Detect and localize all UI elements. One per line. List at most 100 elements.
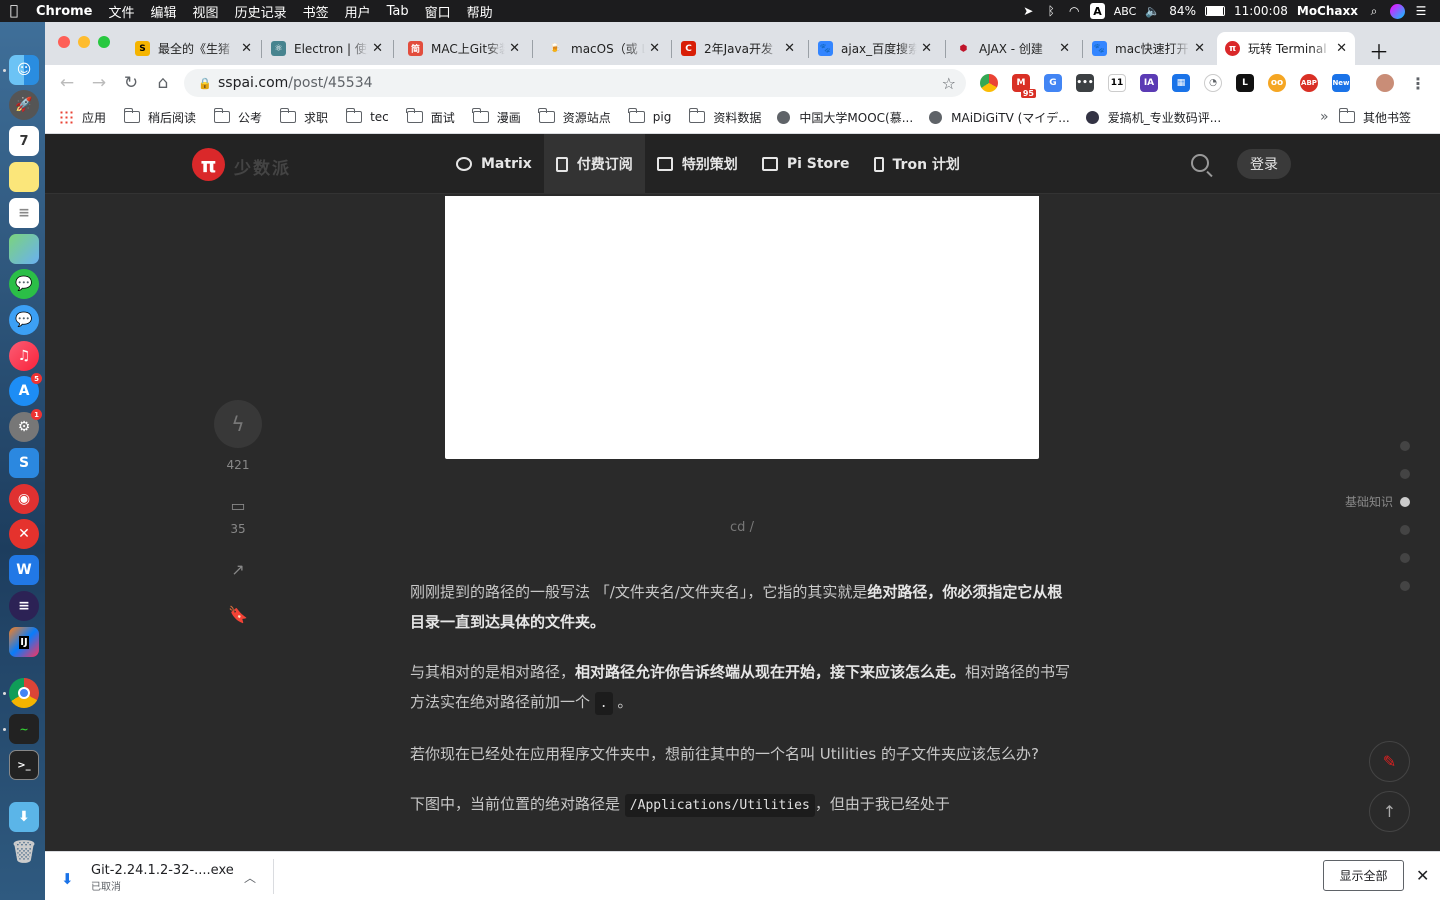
new-tab-button[interactable]: ＋ bbox=[1369, 36, 1389, 65]
netease-music-icon[interactable]: ◉ bbox=[9, 484, 39, 514]
forward-arrow-icon[interactable]: → bbox=[89, 73, 109, 93]
nav-matrix[interactable]: Matrix bbox=[444, 134, 544, 194]
close-tab-icon[interactable]: ✕ bbox=[921, 41, 932, 56]
search-icon[interactable] bbox=[1191, 154, 1209, 172]
menu-edit[interactable]: 编辑 bbox=[143, 2, 185, 21]
appstore-icon[interactable]: A5 bbox=[9, 373, 42, 406]
close-tab-icon[interactable]: ✕ bbox=[1336, 41, 1347, 56]
downloads-folder-icon[interactable]: ⬇ bbox=[9, 802, 39, 832]
menu-tab[interactable]: Tab bbox=[379, 4, 417, 19]
bookmark-folder[interactable]: 稍后阅读 bbox=[123, 108, 196, 126]
intellij-icon[interactable]: IJ bbox=[9, 627, 39, 657]
activity-monitor-icon[interactable]: ~ bbox=[9, 714, 39, 744]
maximize-window-button[interactable] bbox=[98, 36, 110, 48]
more-ext-icon[interactable]: ••• bbox=[1076, 74, 1094, 92]
xmind-icon[interactable]: ✕ bbox=[9, 519, 39, 549]
eclipse-icon[interactable]: ≡ bbox=[9, 591, 39, 621]
notification-center-icon[interactable]: ☰ bbox=[1414, 3, 1428, 19]
menu-view[interactable]: 视图 bbox=[185, 2, 227, 21]
comment-icon[interactable]: ▭ bbox=[228, 495, 248, 515]
bookmark-folder[interactable]: tec bbox=[345, 108, 389, 124]
menu-people[interactable]: 用户 bbox=[337, 2, 379, 21]
maps-icon[interactable] bbox=[9, 234, 39, 264]
tab-3[interactable]: 简 MAC上Git安装 ✕ bbox=[400, 32, 528, 65]
launchpad-icon[interactable]: 🚀 bbox=[9, 90, 39, 120]
input-method-icon[interactable]: A bbox=[1090, 3, 1105, 19]
toc-dot[interactable] bbox=[1400, 525, 1410, 535]
back-arrow-icon[interactable]: ← bbox=[57, 73, 77, 93]
menu-window[interactable]: 窗口 bbox=[417, 2, 459, 21]
close-tab-icon[interactable]: ✕ bbox=[372, 41, 383, 56]
address-bar[interactable]: 🔒 sspai.com /post/45534 ☆ bbox=[184, 69, 966, 97]
bookmark-link[interactable]: 中国大学MOOC(慕... bbox=[777, 109, 913, 126]
toc-dot[interactable] bbox=[1400, 581, 1410, 591]
adblock-ext-icon[interactable]: ABP bbox=[1300, 74, 1318, 92]
new-ext-icon[interactable]: New bbox=[1332, 74, 1350, 92]
toc-dot[interactable] bbox=[1400, 441, 1410, 451]
close-tab-icon[interactable]: ✕ bbox=[649, 41, 660, 56]
menu-file[interactable]: 文件 bbox=[101, 2, 143, 21]
clock[interactable]: 11:00:08 bbox=[1234, 3, 1288, 19]
trash-icon[interactable]: 🗑 bbox=[9, 837, 39, 867]
write-button[interactable]: ✎ bbox=[1369, 741, 1410, 782]
tab-4[interactable]: 🍺 macOS（或 L ✕ bbox=[540, 32, 668, 65]
menu-history[interactable]: 历史记录 bbox=[227, 2, 295, 21]
bookmark-folder[interactable]: 公考 bbox=[213, 108, 262, 126]
spotlight-icon[interactable]: ⌕ bbox=[1367, 3, 1381, 19]
gmail-icon[interactable]: M 95 bbox=[1012, 74, 1036, 98]
toc-active-label[interactable]: 基础知识 bbox=[1325, 493, 1393, 510]
bookmark-folder[interactable]: 面试 bbox=[406, 108, 455, 126]
close-tab-icon[interactable]: ✕ bbox=[784, 41, 795, 56]
ia-ext-icon[interactable]: IA bbox=[1140, 74, 1158, 92]
bookmark-folder[interactable]: 资料数据 bbox=[688, 108, 761, 126]
menu-bookmarks[interactable]: 书签 bbox=[295, 2, 337, 21]
calendar-icon[interactable]: 7 bbox=[9, 126, 39, 156]
bookmark-folder[interactable]: 资源站点 bbox=[538, 108, 611, 126]
finder-icon[interactable]: ☺ bbox=[9, 55, 39, 85]
close-window-button[interactable] bbox=[58, 36, 70, 48]
close-icon[interactable]: ✕ bbox=[1416, 866, 1429, 885]
tab-active[interactable]: π 玩转 Terminal ✕ bbox=[1217, 32, 1355, 65]
minimize-window-button[interactable] bbox=[78, 36, 90, 48]
siri-icon[interactable] bbox=[1390, 3, 1405, 19]
send-icon[interactable]: ➤ bbox=[1021, 3, 1035, 19]
close-tab-icon[interactable]: ✕ bbox=[1059, 41, 1070, 56]
toc-dot[interactable] bbox=[1400, 553, 1410, 563]
nav-pi-store[interactable]: Pi Store bbox=[750, 134, 862, 194]
clock-ext-icon[interactable]: 11 bbox=[1108, 74, 1126, 92]
bookmark-star-icon[interactable]: ☆ bbox=[942, 74, 956, 93]
system-preferences-icon[interactable]: ⚙ 1 bbox=[9, 409, 42, 442]
leet-ext-icon[interactable]: L bbox=[1236, 74, 1254, 92]
chrome-icon[interactable] bbox=[9, 678, 39, 708]
bluetooth-icon[interactable]: ᛒ bbox=[1044, 3, 1058, 19]
translate-icon[interactable]: G bbox=[1044, 74, 1062, 92]
bookmarks-overflow-icon[interactable]: » bbox=[1320, 109, 1329, 125]
app-s-icon[interactable]: S bbox=[9, 448, 39, 478]
owl-ext-icon[interactable]: oo bbox=[1268, 74, 1286, 92]
back-to-top-button[interactable]: ↑ bbox=[1369, 791, 1410, 832]
menu-help[interactable]: 帮助 bbox=[459, 2, 501, 21]
wechat-icon[interactable]: 💬 bbox=[9, 269, 39, 299]
show-all-button[interactable]: 显示全部 bbox=[1323, 860, 1404, 891]
charge-button[interactable]: ϟ bbox=[214, 400, 262, 448]
tab-8[interactable]: 🐾 mac快速打开 ✕ bbox=[1084, 32, 1213, 65]
messages-icon[interactable]: 💬 bbox=[9, 305, 39, 335]
tab-1[interactable]: S 最全的《生猪 ✕ bbox=[127, 32, 260, 65]
bookmark-folder[interactable]: 求职 bbox=[279, 108, 328, 126]
reminders-icon[interactable]: ≡ bbox=[9, 198, 39, 228]
home-icon[interactable]: ⌂ bbox=[153, 73, 173, 93]
user-name[interactable]: MoChaxx bbox=[1297, 3, 1358, 19]
wps-icon[interactable]: W bbox=[9, 555, 39, 585]
nav-paid-subscription[interactable]: 付费订阅 bbox=[543, 134, 645, 194]
terminal-icon[interactable]: >_ bbox=[9, 750, 39, 780]
bookmark-apps[interactable]: 应用 bbox=[59, 109, 106, 126]
volume-icon[interactable]: 🔈 bbox=[1145, 3, 1160, 19]
bookmark-link[interactable]: 爱搞机_专业数码评... bbox=[1085, 109, 1221, 126]
nav-tron[interactable]: Tron 计划 bbox=[862, 134, 972, 194]
tab-2[interactable]: ⚛ Electron | 使用 ✕ bbox=[263, 32, 391, 65]
menu-app-name[interactable]: Chrome bbox=[28, 4, 101, 19]
speed-ext-icon[interactable]: ◔ bbox=[1204, 74, 1222, 92]
bookmark-folder[interactable]: pig bbox=[628, 108, 671, 124]
toc-dot-active[interactable] bbox=[1400, 497, 1410, 507]
chrome-menu-icon[interactable]: ⋮ bbox=[1409, 74, 1427, 93]
